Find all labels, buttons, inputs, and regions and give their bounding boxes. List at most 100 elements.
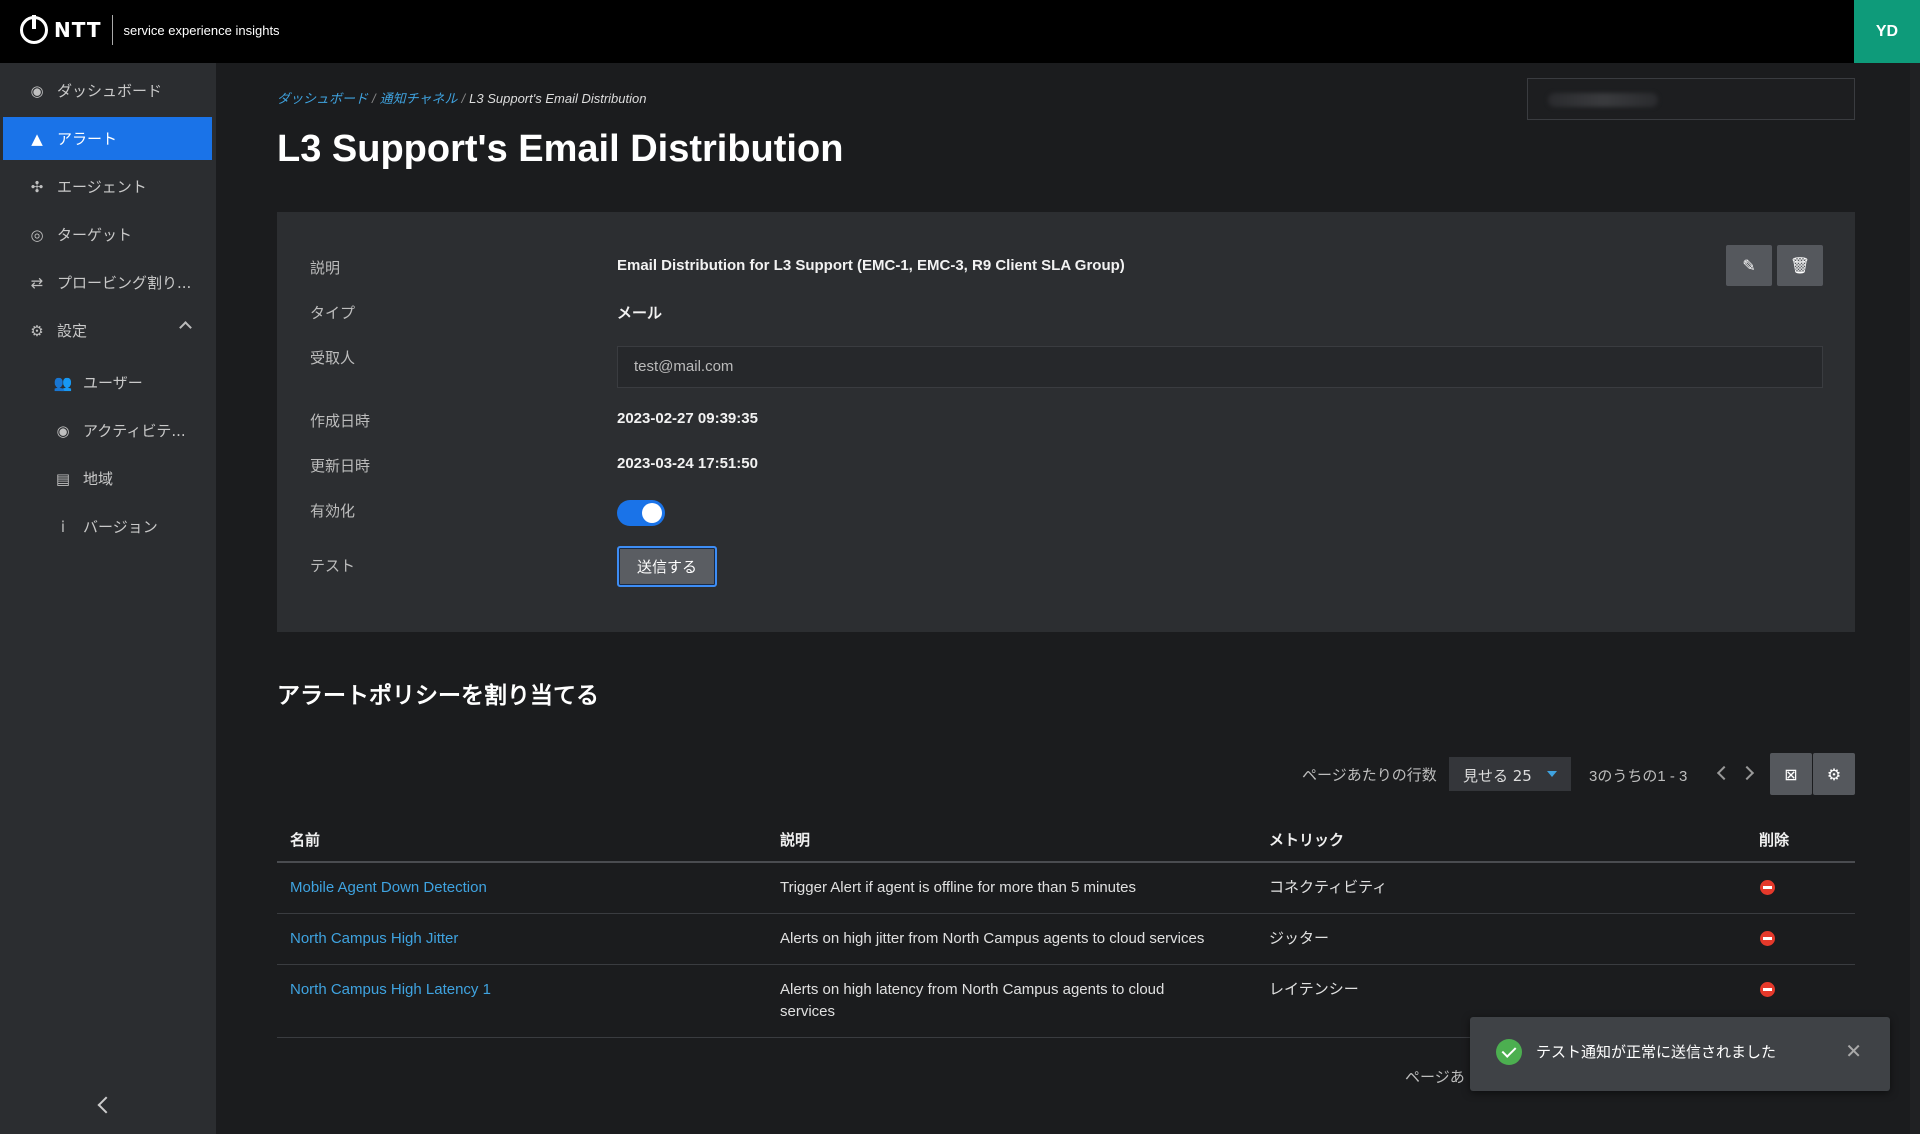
sidebar-item-users[interactable]: 👥 ユーザー [3,361,212,404]
policy-description: Alerts on high jitter from North Campus … [780,930,1205,947]
sidebar-item-alerts[interactable]: ▲ アラート [3,117,212,160]
enabled-toggle[interactable] [617,500,665,526]
created-label: 作成日時 [310,412,371,430]
breadcrumb: ダッシュボード / 通知チャネル / L3 Support's Email Distri… [277,91,647,106]
remove-circle-icon[interactable] [1760,880,1775,895]
info-icon: i [60,517,66,536]
updated-label: 更新日時 [310,457,371,475]
logo-divider [112,15,114,45]
policy-name-link[interactable]: North Campus High Latency 1 [290,979,491,1001]
check-circle-icon [1496,1039,1522,1065]
blurred-text [1548,93,1658,107]
top-bar: NTT service experience insights YD [0,0,1920,63]
page-scrollbar[interactable] [1910,63,1920,1134]
sidebar-item-label: ターゲット [57,226,133,244]
policy-metric: レイテンシー [1269,981,1359,998]
sidebar-item-label: 設定 [57,322,88,340]
remove-circle-icon[interactable] [1760,931,1775,946]
col-metric[interactable]: メトリック [1269,829,1344,850]
users-icon: 👥 [53,373,73,392]
description-label: 説明 [310,259,341,277]
page-title: L3 Support's Email Distribution [277,128,844,170]
sidebar-item-probing[interactable]: ⇄ プロービング割り... [3,261,212,304]
col-name[interactable]: 名前 [290,829,320,850]
sidebar-item-targets[interactable]: ◎ ターゲット [3,213,212,256]
updated-value: 2023-03-24 17:51:50 [617,455,758,472]
sidebar-item-settings[interactable]: ⚙ 設定 [3,309,212,352]
sidebar-item-label: アラート [57,130,118,148]
collapse-sidebar-icon[interactable] [97,1096,115,1114]
edit-button[interactable]: ✎ [1726,245,1772,286]
chevron-up-icon [179,321,192,334]
excel-file-icon: ⊠ [1784,764,1798,784]
table-header: 名前 説明 メトリック 削除 [277,817,1855,863]
type-value: メール [617,305,663,322]
policy-metric: ジッター [1269,930,1330,947]
breadcrumb-channels[interactable]: 通知チャネル [380,91,458,106]
search-input[interactable] [1527,78,1855,120]
gear-icon: ⚙ [1826,764,1842,784]
col-delete: 削除 [1759,831,1790,849]
sidebar-item-label: プロービング割り... [57,274,192,292]
sidebar-item-agents[interactable]: ✣ エージェント [3,165,212,208]
pencil-icon: ✎ [1742,256,1756,275]
close-icon[interactable]: ✕ [1845,1039,1862,1063]
sidebar-item-label: アクティビテ... [83,422,186,440]
send-test-button[interactable]: 送信する [617,546,717,587]
channel-details-card: 説明 Email Distribution for L3 Support (EM… [277,212,1855,632]
dashboard-icon: ◉ [30,81,44,100]
sidebar: ◉ ダッシュボード ▲ アラート ✣ エージェント ◎ ターゲット ⇄ プロービ… [0,63,216,1134]
target-icon: ◎ [30,225,44,244]
policy-description: Alerts on high latency from North Campus… [780,981,1165,1020]
eye-icon: ◉ [56,421,70,440]
rows-per-page-select[interactable]: 見せる 25 [1449,757,1571,791]
toast-message: テスト通知が正常に送信されました [1536,1043,1777,1061]
section-title: アラートポリシーを割り当てる [277,683,599,709]
id-card-icon: ▤ [55,469,71,488]
sidebar-item-label: 地域 [83,470,114,488]
type-label: タイプ [310,304,356,322]
ntt-logo-icon [20,15,48,44]
policy-name-link[interactable]: Mobile Agent Down Detection [290,877,487,899]
policy-name-link[interactable]: North Campus High Jitter [290,928,458,950]
created-value: 2023-02-27 09:39:35 [617,410,758,427]
success-toast: テスト通知が正常に送信されました ✕ [1470,1017,1890,1091]
policy-description: Trigger Alert if agent is offline for mo… [780,879,1137,896]
delete-button[interactable]: 🗑 [1777,245,1823,286]
description-value: Email Distribution for L3 Support (EMC-1… [617,257,1125,274]
breadcrumb-dashboard[interactable]: ダッシュボード [277,91,368,106]
user-avatar[interactable]: YD [1854,0,1920,63]
product-name: service experience insights [123,22,280,38]
next-page-icon[interactable] [1739,765,1755,781]
sidebar-item-regions[interactable]: ▤ 地域 [3,457,212,500]
col-description[interactable]: 説明 [780,829,810,850]
caret-down-icon [1547,771,1557,777]
gear-icon: ⚙ [30,321,44,340]
policies-table: 名前 説明 メトリック 削除 Mobile Agent Down Detecti… [277,817,1855,1038]
enabled-label: 有効化 [310,502,356,520]
prev-page-icon[interactable] [1716,765,1732,781]
breadcrumb-current: L3 Support's Email Distribution [469,91,647,106]
pagination-range: 3のうちの1 - 3 [1589,768,1688,785]
rows-per-page-value: 見せる 25 [1463,767,1532,785]
logo-text: NTT [54,18,102,42]
sidebar-item-label: エージェント [57,178,147,196]
sidebar-item-label: ユーザー [83,374,143,392]
sidebar-item-label: ダッシュボード [57,82,163,100]
app-root: NTT service experience insights YD ◉ ダッシ… [0,0,1920,1134]
trash-icon: 🗑 [1789,256,1811,275]
sidebar-item-version[interactable]: i バージョン [3,505,212,548]
agent-icon: ✣ [30,177,44,196]
ntt-logo[interactable]: NTT service experience insights [20,15,280,45]
table-row: Mobile Agent Down Detection Trigger Aler… [277,863,1855,914]
table-row: North Campus High Jitter Alerts on high … [277,914,1855,965]
rows-per-page-label: ページあたりの行数 [1302,766,1437,784]
sidebar-item-activity[interactable]: ◉ アクティビテ... [3,409,212,452]
footer-rows-label: ページあ [1405,1068,1465,1086]
table-settings-button[interactable]: ⚙ [1813,753,1855,795]
remove-circle-icon[interactable] [1760,982,1775,997]
sidebar-item-dashboard[interactable]: ◉ ダッシュボード [3,69,212,112]
export-excel-button[interactable]: ⊠ [1770,753,1812,795]
swap-icon: ⇄ [30,273,44,292]
recipient-field[interactable]: test@mail.com [617,346,1823,388]
